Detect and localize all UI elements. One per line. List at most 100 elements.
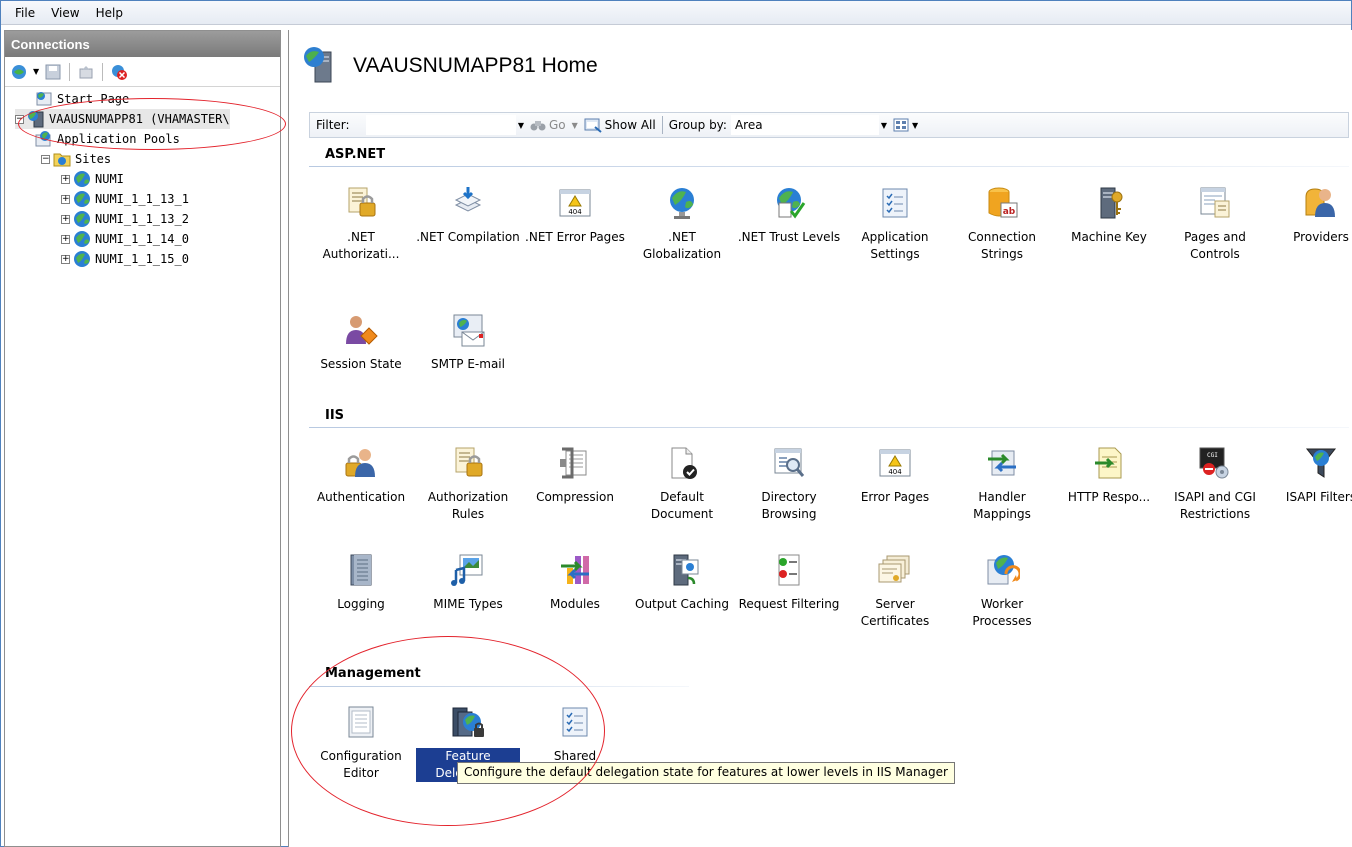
globe-icon — [73, 190, 91, 208]
feature-delegation-icon — [448, 702, 488, 742]
tree-item[interactable]: − VAAUSNUMAPP81 (VHAMASTER\ — [15, 109, 230, 129]
filter-toolbar: Filter: ▼ Go ▼ Show All Group by: Area ▼… — [309, 112, 1349, 138]
output-caching-icon — [662, 550, 702, 590]
feature-label: HTTP Respo... — [1067, 490, 1151, 504]
menu-bar: File View Help — [1, 1, 1351, 25]
go-dropdown-icon[interactable]: ▼ — [570, 115, 580, 135]
feature-label: ISAPI Filters — [1285, 490, 1352, 504]
group-by-dropdown-icon[interactable]: ▼ — [879, 115, 889, 135]
toolbar-separator — [102, 62, 104, 81]
section-divider — [309, 427, 1349, 428]
connections-title: Connections — [5, 31, 280, 57]
connections-panel: Connections ▼ Start Page − VAAUSNUMAPP81 (… — [4, 30, 281, 847]
svg-text:404: 404 — [568, 208, 582, 216]
feature-item[interactable]: Machine Key — [1057, 183, 1161, 246]
tree-item[interactable]: + NUMI_1_1_13_2 — [61, 209, 189, 229]
up-level-icon[interactable] — [76, 62, 96, 82]
tree-item[interactable]: + NUMI_1_1_13_1 — [61, 189, 189, 209]
feature-item[interactable]: Providers — [1269, 183, 1352, 246]
feature-item[interactable]: Worker Processes — [950, 550, 1054, 630]
expand-icon[interactable]: + — [61, 234, 70, 244]
directory-browsing-icon — [769, 443, 809, 483]
filter-input[interactable] — [366, 115, 516, 135]
tree-item[interactable]: + NUMI_1_1_14_0 — [61, 229, 189, 249]
feature-item[interactable]: Session State — [309, 310, 413, 373]
feature-item[interactable]: Application Settings — [843, 183, 947, 263]
feature-item[interactable]: .NET Globalization — [630, 183, 734, 263]
feature-item[interactable]: SMTP E-mail — [416, 310, 520, 373]
expand-icon[interactable]: + — [61, 254, 70, 264]
feature-item[interactable]: ISAPI Filters — [1269, 443, 1352, 506]
default-document-icon — [662, 443, 702, 483]
http-response-icon — [1089, 443, 1129, 483]
feature-label: Default Document — [650, 490, 714, 521]
feature-item[interactable]: Compression — [523, 443, 627, 506]
feature-label: Authorization Rules — [427, 490, 509, 521]
view-icon — [893, 118, 909, 132]
tree-item-label: NUMI_1_1_13_1 — [95, 192, 189, 206]
tree-item[interactable]: Application Pools — [35, 129, 180, 149]
filter-dropdown-icon[interactable]: ▼ — [516, 115, 526, 135]
globe-icon — [73, 210, 91, 228]
go-button[interactable]: Go — [526, 118, 570, 132]
svg-text:ab: ab — [1003, 207, 1016, 217]
feature-item[interactable]: ab Connection Strings — [950, 183, 1054, 263]
section-title: IIS — [325, 408, 345, 423]
globe-icon — [73, 250, 91, 268]
save-icon[interactable] — [43, 62, 63, 82]
expand-icon[interactable]: + — [61, 194, 70, 204]
tree-item[interactable]: + NUMI — [61, 169, 124, 189]
start-page-icon — [35, 90, 53, 108]
feature-item[interactable]: Output Caching — [630, 550, 734, 613]
feature-item[interactable]: 404 Error Pages — [843, 443, 947, 506]
feature-tooltip: Configure the default delegation state f… — [457, 762, 955, 784]
providers-icon — [1301, 183, 1341, 223]
tree-item-label: NUMI — [95, 172, 124, 186]
feature-item[interactable]: .NET Compilation — [416, 183, 520, 246]
feature-item[interactable]: Authentication — [309, 443, 413, 506]
tree-item[interactable]: − Sites — [41, 149, 111, 169]
collapse-icon[interactable]: − — [41, 154, 50, 164]
menu-help[interactable]: Help — [88, 6, 131, 20]
expand-icon[interactable]: + — [61, 214, 70, 224]
feature-item[interactable]: Request Filtering — [737, 550, 841, 613]
feature-item[interactable]: Configuration Editor — [309, 702, 413, 782]
feature-item[interactable]: CGI ISAPI and CGI Restrictions — [1163, 443, 1267, 523]
feature-item[interactable]: Default Document — [630, 443, 734, 523]
feature-item[interactable]: 404 .NET Error Pages — [523, 183, 627, 246]
feature-item[interactable]: Modules — [523, 550, 627, 613]
menu-file[interactable]: File — [7, 6, 43, 20]
feature-item[interactable]: Handler Mappings — [950, 443, 1054, 523]
tree-item[interactable]: Start Page — [35, 89, 129, 109]
feature-item[interactable]: Server Certificates — [843, 550, 947, 630]
disconnect-icon[interactable] — [109, 62, 129, 82]
feature-item[interactable]: Directory Browsing — [737, 443, 841, 523]
tree-item-label: NUMI_1_1_15_0 — [95, 252, 189, 266]
worker-processes-icon — [982, 550, 1022, 590]
toolbar-separator — [661, 116, 663, 134]
feature-label: Logging — [337, 597, 385, 611]
group-by-select[interactable]: Area — [730, 115, 879, 135]
globe-icon — [73, 170, 91, 188]
feature-item[interactable]: .NET Trust Levels — [737, 183, 841, 246]
feature-item[interactable]: HTTP Respo... — [1057, 443, 1161, 506]
menu-view[interactable]: View — [43, 6, 87, 20]
feature-item[interactable]: .NET Authorizati... — [309, 183, 413, 263]
show-all-label: Show All — [604, 118, 656, 132]
connect-dropdown-icon[interactable]: ▼ — [33, 67, 39, 76]
feature-item[interactable]: Pages and Controls — [1163, 183, 1267, 263]
show-all-button[interactable]: Show All — [580, 117, 660, 133]
feature-label: Machine Key — [1071, 230, 1147, 244]
go-label: Go — [549, 118, 566, 132]
application-settings-icon — [875, 183, 915, 223]
feature-item[interactable]: Authorization Rules — [416, 443, 520, 523]
net-compilation-icon — [448, 183, 488, 223]
feature-item[interactable]: Logging — [309, 550, 413, 613]
collapse-icon[interactable]: − — [15, 114, 24, 124]
feature-item[interactable]: MIME Types — [416, 550, 520, 613]
connect-globe-icon[interactable] — [9, 62, 29, 82]
tree-item[interactable]: + NUMI_1_1_15_0 — [61, 249, 189, 269]
expand-icon[interactable]: + — [61, 174, 70, 184]
view-mode-button[interactable]: ▼ — [889, 118, 922, 132]
isapi-cgi-icon: CGI — [1195, 443, 1235, 483]
